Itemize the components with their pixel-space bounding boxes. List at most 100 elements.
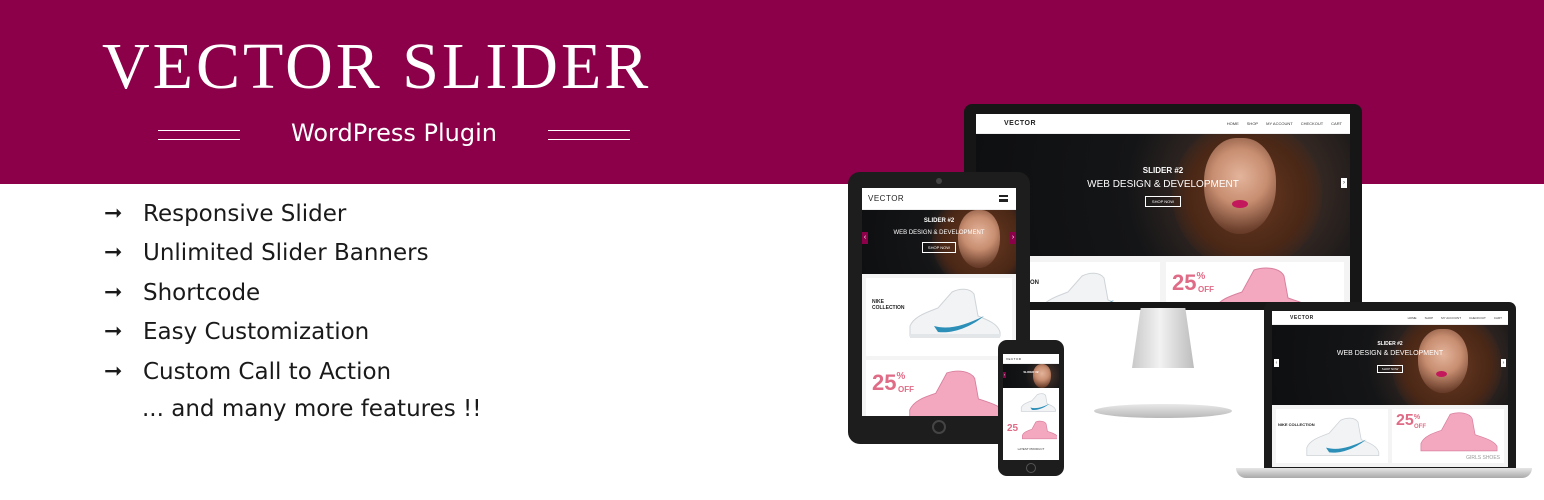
nav-item: CHECKOUT	[1469, 315, 1486, 320]
phone-device: VECTOR SLIDER #2 ‹ 25 LATEST PRODUCT	[998, 340, 1064, 476]
discount-banner: 25% OFF GIRLS SHOES	[1392, 409, 1504, 463]
feature-item: ➞ Unlimited Slider Banners	[104, 234, 624, 274]
nike-banner: NIKE COLLECTION	[866, 278, 1012, 356]
nike-banner: NIKE COLLECTION	[1276, 409, 1388, 463]
feature-label: Unlimited Slider Banners	[143, 240, 429, 267]
feature-label: Responsive Slider	[143, 200, 347, 227]
nav-item: HOME	[1226, 121, 1239, 126]
site-header: VECTOR	[1003, 354, 1059, 364]
nav-item: CART	[1493, 315, 1502, 320]
subtitle-row: WordPress Plugin	[158, 116, 630, 152]
arrow-right-icon: ➞	[104, 279, 123, 305]
device-mockups: VECTOR HOME SHOP MY ACCOUNT CHECKOUT CAR…	[840, 96, 1532, 491]
hero-slide: SLIDER #2 WEB DESIGN & DEVELOPMENT SHOP …	[862, 210, 1016, 274]
chevron-right-icon: ›	[1341, 178, 1347, 188]
site-logo: VECTOR	[1004, 120, 1037, 127]
pink-sneaker-image	[1420, 412, 1498, 452]
feature-label: Custom Call to Action	[143, 358, 392, 385]
hero-slide: SLIDER #2 ‹	[1003, 364, 1059, 388]
nike-banner	[1005, 390, 1057, 416]
nav-item: MY ACCOUNT	[1266, 121, 1293, 126]
banner-row: NIKE COLLECTION 25% OFF	[976, 256, 1350, 302]
discount-value: 25	[1007, 424, 1018, 434]
white-sneaker-image	[1306, 417, 1380, 456]
feature-label: Easy Customization	[143, 319, 370, 346]
site-header: VECTOR	[862, 188, 1016, 210]
nav-item: MY ACCOUNT	[1441, 315, 1462, 320]
site-logo: VECTOR	[868, 194, 905, 203]
phone-screen: VECTOR SLIDER #2 ‹ 25 LATEST PRODUCT	[1003, 354, 1059, 460]
feature-item: ➞ Easy Customization	[104, 313, 624, 353]
nav-item: SHOP	[1424, 315, 1434, 320]
pink-sneaker-image	[1219, 267, 1302, 302]
discount-number: 25	[1172, 270, 1197, 295]
nav-item: CART	[1331, 121, 1342, 126]
discount-banner: 25% OFF	[1166, 262, 1344, 302]
site-nav: HOME SHOP MY ACCOUNT CHECKOUT CART	[1408, 316, 1502, 320]
arrow-right-icon: ➞	[104, 319, 123, 345]
discount-banner: 25	[1005, 418, 1057, 444]
discount-number: 25	[1396, 412, 1414, 429]
slide-heading: WEB DESIGN & DEVELOPMENT	[1087, 179, 1239, 190]
nav-item: SHOP	[1246, 121, 1259, 126]
white-sneaker-image	[1045, 272, 1115, 302]
arrow-right-icon: ➞	[104, 358, 123, 384]
feature-item: ➞ Responsive Slider	[104, 194, 624, 234]
site-header: VECTOR HOME SHOP MY ACCOUNT CHECKOUT CAR…	[976, 114, 1350, 134]
slide-tag: SLIDER #2	[1142, 166, 1184, 175]
more-features-text: ... and many more features !!	[142, 396, 482, 422]
portrait-lips	[1232, 200, 1248, 208]
page-title: VECTOR SLIDER	[102, 30, 652, 103]
slide-tag: SLIDER #2	[923, 218, 955, 224]
pink-sneaker-image	[1022, 420, 1057, 440]
slide-tag: SLIDER #2	[1023, 370, 1039, 374]
feature-list: ➞ Responsive Slider ➞ Unlimited Slider B…	[104, 194, 624, 392]
site-logo: VECTOR	[1290, 314, 1314, 321]
monitor-stand	[1132, 308, 1194, 368]
laptop-device: VECTOR HOME SHOP MY ACCOUNT CHECKOUT CAR…	[1264, 302, 1516, 470]
feature-item: ➞ Shortcode	[104, 273, 624, 313]
chevron-left-icon: ‹	[1003, 372, 1006, 378]
chevron-right-icon: ›	[1501, 359, 1506, 367]
latest-product-label: LATEST PRODUCT	[1017, 447, 1045, 451]
hero-slide: SLIDER #2 WEB DESIGN & DEVELOPMENT SHOP …	[976, 134, 1350, 256]
girls-shoes-label: GIRLS SHOES	[1466, 454, 1500, 461]
slide-heading: WEB DESIGN & DEVELOPMENT	[1336, 350, 1444, 357]
chevron-left-icon: ‹	[862, 232, 868, 244]
nav-item: CHECKOUT	[1300, 121, 1324, 126]
white-sneaker-image	[1020, 393, 1056, 412]
decorative-double-line-right	[548, 130, 630, 140]
discount-number: 25	[1007, 423, 1019, 434]
site-logo: VECTOR	[1006, 356, 1022, 361]
slide-tag: SLIDER #2	[1377, 341, 1403, 347]
arrow-right-icon: ➞	[104, 240, 123, 266]
discount-unit: %	[1196, 271, 1206, 282]
discount-banner: 25% OFF	[866, 360, 1012, 416]
monitor-screen: VECTOR HOME SHOP MY ACCOUNT CHECKOUT CAR…	[976, 114, 1350, 302]
monitor-base	[1094, 404, 1232, 418]
shop-now-button: SHOP NOW	[1144, 196, 1182, 207]
nav-item: HOME	[1407, 315, 1417, 320]
hero-slide: SLIDER #2 WEB DESIGN & DEVELOPMENT SHOP …	[1272, 325, 1508, 405]
shop-now-button: SHOP NOW	[1376, 365, 1404, 373]
feature-item: ➞ Custom Call to Action	[104, 352, 624, 392]
laptop-screen: VECTOR HOME SHOP MY ACCOUNT CHECKOUT CAR…	[1272, 311, 1508, 467]
site-nav: HOME SHOP MY ACCOUNT CHECKOUT CART	[1227, 121, 1342, 126]
chevron-right-icon: ›	[1010, 232, 1016, 244]
arrow-right-icon: ➞	[104, 200, 123, 226]
hamburger-menu-icon	[999, 195, 1008, 202]
shop-now-button: SHOP NOW	[921, 242, 957, 253]
site-header: VECTOR HOME SHOP MY ACCOUNT CHECKOUT CAR…	[1272, 311, 1508, 325]
chevron-left-icon: ‹	[1274, 359, 1279, 367]
discount-number: 25	[872, 370, 897, 395]
laptop-base	[1236, 468, 1532, 478]
phone-home-button	[1026, 463, 1036, 473]
feature-label: Shortcode	[143, 279, 261, 306]
portrait-lips	[1436, 371, 1447, 377]
slide-heading: WEB DESIGN & DEVELOPMENT	[893, 230, 985, 236]
banner-stack: NIKE COLLECTION 25% OFF	[862, 274, 1016, 416]
tablet-home-button	[932, 420, 946, 434]
discount-unit: %	[896, 371, 906, 382]
tablet-screen: VECTOR SLIDER #2 WEB DESIGN & DEVELOPMEN…	[862, 188, 1016, 416]
banner-row: NIKE COLLECTION 25% OFF GIRLS SHOES	[1272, 405, 1508, 467]
